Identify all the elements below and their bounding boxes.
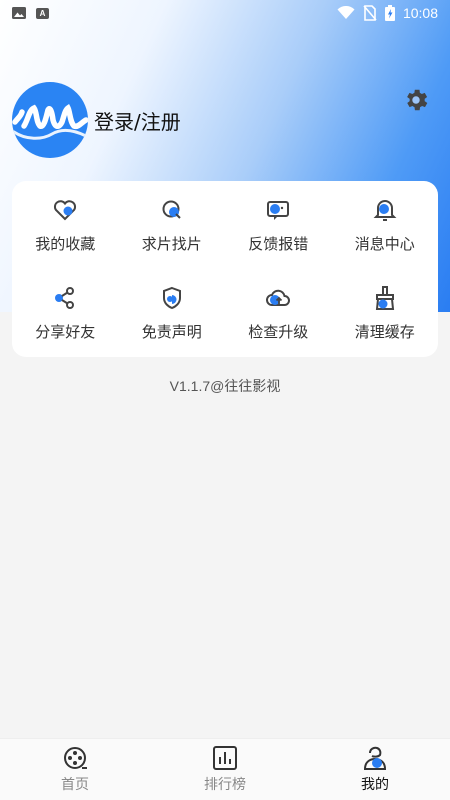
version-text: V1.1.7@往往影视: [169, 378, 281, 394]
no-sim-icon: [363, 5, 377, 21]
search-film-icon: [162, 200, 181, 219]
status-bar: A 10:08: [0, 0, 450, 26]
menu-label: 求片找片: [141, 234, 202, 253]
menu-label: 清理缓存: [354, 322, 415, 341]
tab-ranking[interactable]: 排行榜: [150, 739, 300, 800]
menu-label: 检查升级: [248, 322, 309, 341]
wave-logo-icon: [12, 103, 88, 140]
tab-label: 首页: [61, 777, 89, 793]
menu-item-disclaimer[interactable]: 免责声明: [119, 269, 226, 357]
tab-label: 我的: [361, 777, 389, 793]
battery-charging-icon: [384, 5, 395, 21]
menu-item-share[interactable]: 分享好友: [12, 269, 119, 357]
bottom-tab-bar: 首页 排行榜 我的: [0, 738, 450, 800]
image-notification-icon: [12, 7, 26, 19]
bell-icon: [373, 199, 397, 221]
menu-label: 消息中心: [354, 234, 415, 253]
wifi-icon: [337, 6, 355, 19]
bar-chart-icon: [213, 746, 237, 770]
shield-icon: [162, 286, 181, 309]
tab-label: 排行榜: [204, 777, 246, 793]
status-time: 10:08: [402, 5, 438, 21]
menu-item-feedback[interactable]: 反馈报错: [225, 181, 332, 269]
film-reel-icon: [64, 747, 87, 769]
gear-icon[interactable]: [402, 86, 430, 114]
profile-header[interactable]: 登录/注册: [12, 82, 181, 158]
avatar[interactable]: [12, 82, 88, 158]
menu-item-clear-cache[interactable]: 清理缓存: [332, 269, 439, 357]
heart-icon: [54, 199, 77, 220]
menu-label: 我的收藏: [35, 234, 96, 253]
menu-card: 我的收藏 求片找片 反馈报错 消息中心 分享好友 免责声明 检查升级 清理缓存: [12, 181, 438, 357]
cloud-upload-icon: [266, 289, 291, 306]
menu-item-check-update[interactable]: 检查升级: [225, 269, 332, 357]
tab-home[interactable]: 首页: [0, 739, 150, 800]
menu-label: 免责声明: [141, 322, 202, 341]
login-register-link[interactable]: 登录/注册: [94, 106, 181, 135]
profile-icon: [363, 746, 387, 770]
menu-item-favorites[interactable]: 我的收藏: [12, 181, 119, 269]
menu-item-messages[interactable]: 消息中心: [332, 181, 439, 269]
broom-icon: [375, 285, 394, 310]
share-icon: [55, 286, 75, 309]
menu-label: 反馈报错: [248, 234, 309, 253]
feedback-icon: [267, 200, 290, 220]
a-notification-icon: A: [36, 7, 49, 19]
menu-item-request-film[interactable]: 求片找片: [119, 181, 226, 269]
tab-mine[interactable]: 我的: [300, 739, 450, 800]
menu-label: 分享好友: [35, 322, 96, 341]
